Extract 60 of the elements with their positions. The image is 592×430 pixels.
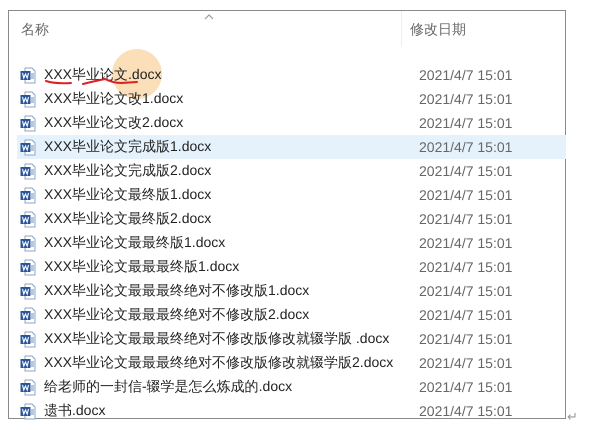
word-document-icon <box>20 258 36 276</box>
file-row[interactable]: XXX毕业论文最最最终绝对不修改版1.docx 2021/4/7 15:01 <box>17 279 566 303</box>
file-row[interactable]: XXX毕业论文改2.docx 2021/4/7 15:01 <box>17 111 566 135</box>
modified-date: 2021/4/7 15:01 <box>419 66 512 84</box>
column-header[interactable]: 名称 <box>21 18 49 40</box>
word-document-icon <box>20 282 36 300</box>
file-row[interactable]: XXX毕业论文改1.docx 2021/4/7 15:01 <box>17 87 566 111</box>
modified-date: 2021/4/7 15:01 <box>419 234 512 252</box>
modified-date: 2021/4/7 15:01 <box>419 354 512 372</box>
modified-date: 2021/4/7 15:01 <box>419 306 512 324</box>
file-name: XXX毕业论文最最最终绝对不修改版修改就辍学版2.docx <box>44 354 394 370</box>
word-document-icon <box>20 162 36 180</box>
word-document-icon <box>20 234 36 252</box>
word-document-icon <box>20 138 36 156</box>
file-name: XXX毕业论文最最最终绝对不修改版修改就辍学版 .docx <box>44 330 390 346</box>
file-name: XXX毕业论文最最最终绝对不修改版2.docx <box>44 306 310 322</box>
file-row[interactable]: 遗书.docx 2021/4/7 15:01 <box>17 399 566 423</box>
file-row[interactable]: XXX毕业论文最终版2.docx 2021/4/7 15:01 <box>17 207 566 231</box>
modified-date: 2021/4/7 15:01 <box>419 378 512 396</box>
file-row[interactable]: XXX毕业论文最最最终绝对不修改版修改就辍学版2.docx 2021/4/7 15:01 <box>17 351 566 375</box>
modified-date: 2021/4/7 15:01 <box>419 162 512 180</box>
word-document-icon <box>20 186 36 204</box>
modified-date: 2021/4/7 15:01 <box>419 330 512 348</box>
word-document-icon <box>20 378 36 396</box>
modified-date: 2021/4/7 15:01 <box>419 282 512 300</box>
paragraph-mark: ↵ <box>567 410 578 423</box>
modified-date: 2021/4/7 15:01 <box>419 258 512 276</box>
file-name: XXX毕业论文最最最终绝对不修改版1.docx <box>44 282 310 298</box>
file-name: 给老师的一封信-辍学是怎么炼成的.docx <box>44 378 292 394</box>
modified-date: 2021/4/7 15:01 <box>419 186 512 204</box>
word-document-icon <box>20 330 36 348</box>
file-name: XXX毕业论文最最最终版1.docx <box>44 258 240 274</box>
file-row[interactable]: XXX毕业论文完成版1.docx 2021/4/7 15:01 <box>17 135 566 159</box>
modified-date: 2021/4/7 15:01 <box>419 90 512 108</box>
modified-date: 2021/4/7 15:01 <box>419 210 512 228</box>
file-name: XXX毕业论文改1.docx <box>44 90 184 106</box>
file-row[interactable]: XXX毕业论文最最终版1.docx 2021/4/7 15:01 <box>17 231 566 255</box>
file-row[interactable]: XXX毕业论文最最最终绝对不修改版2.docx 2021/4/7 15:01 <box>17 303 566 327</box>
file-name: XXX毕业论文最终版2.docx <box>44 210 212 226</box>
file-name: 遗书.docx <box>44 402 106 418</box>
modified-date: 2021/4/7 15:01 <box>419 138 512 156</box>
word-document-icon <box>20 90 36 108</box>
word-document-icon <box>20 66 36 84</box>
word-document-icon <box>20 306 36 324</box>
file-row[interactable]: XXX毕业论文完成版2.docx 2021/4/7 15:01 <box>17 159 566 183</box>
modified-date: 2021/4/7 15:01 <box>419 114 512 132</box>
modified-date: 2021/4/7 15:01 <box>419 402 512 420</box>
word-document-icon <box>20 210 36 228</box>
file-row[interactable]: XXX毕业论文最最最终绝对不修改版修改就辍学版 .docx 2021/4/7 15:01 <box>17 327 566 351</box>
file-name: XXX毕业论文改2.docx <box>44 114 184 130</box>
word-document-icon <box>20 354 36 372</box>
file-row[interactable]: 给老师的一封信-辍学是怎么炼成的.docx 2021/4/7 15:01 <box>17 375 566 399</box>
file-row[interactable]: XXX毕业论文最最最终版1.docx 2021/4/7 15:01 <box>17 255 566 279</box>
file-row[interactable]: XXX毕业论文最终版1.docx 2021/4/7 15:01 <box>17 183 566 207</box>
file-name: XXX毕业论文最终版1.docx <box>44 186 212 202</box>
word-document-icon <box>20 114 36 132</box>
file-name: XXX毕业论文完成版1.docx <box>44 138 212 154</box>
file-name: XXX毕业论文完成版2.docx <box>44 162 212 178</box>
file-name: XXX毕业论文最最终版1.docx <box>44 234 226 250</box>
column-header[interactable]: 修改日期 <box>410 18 466 40</box>
